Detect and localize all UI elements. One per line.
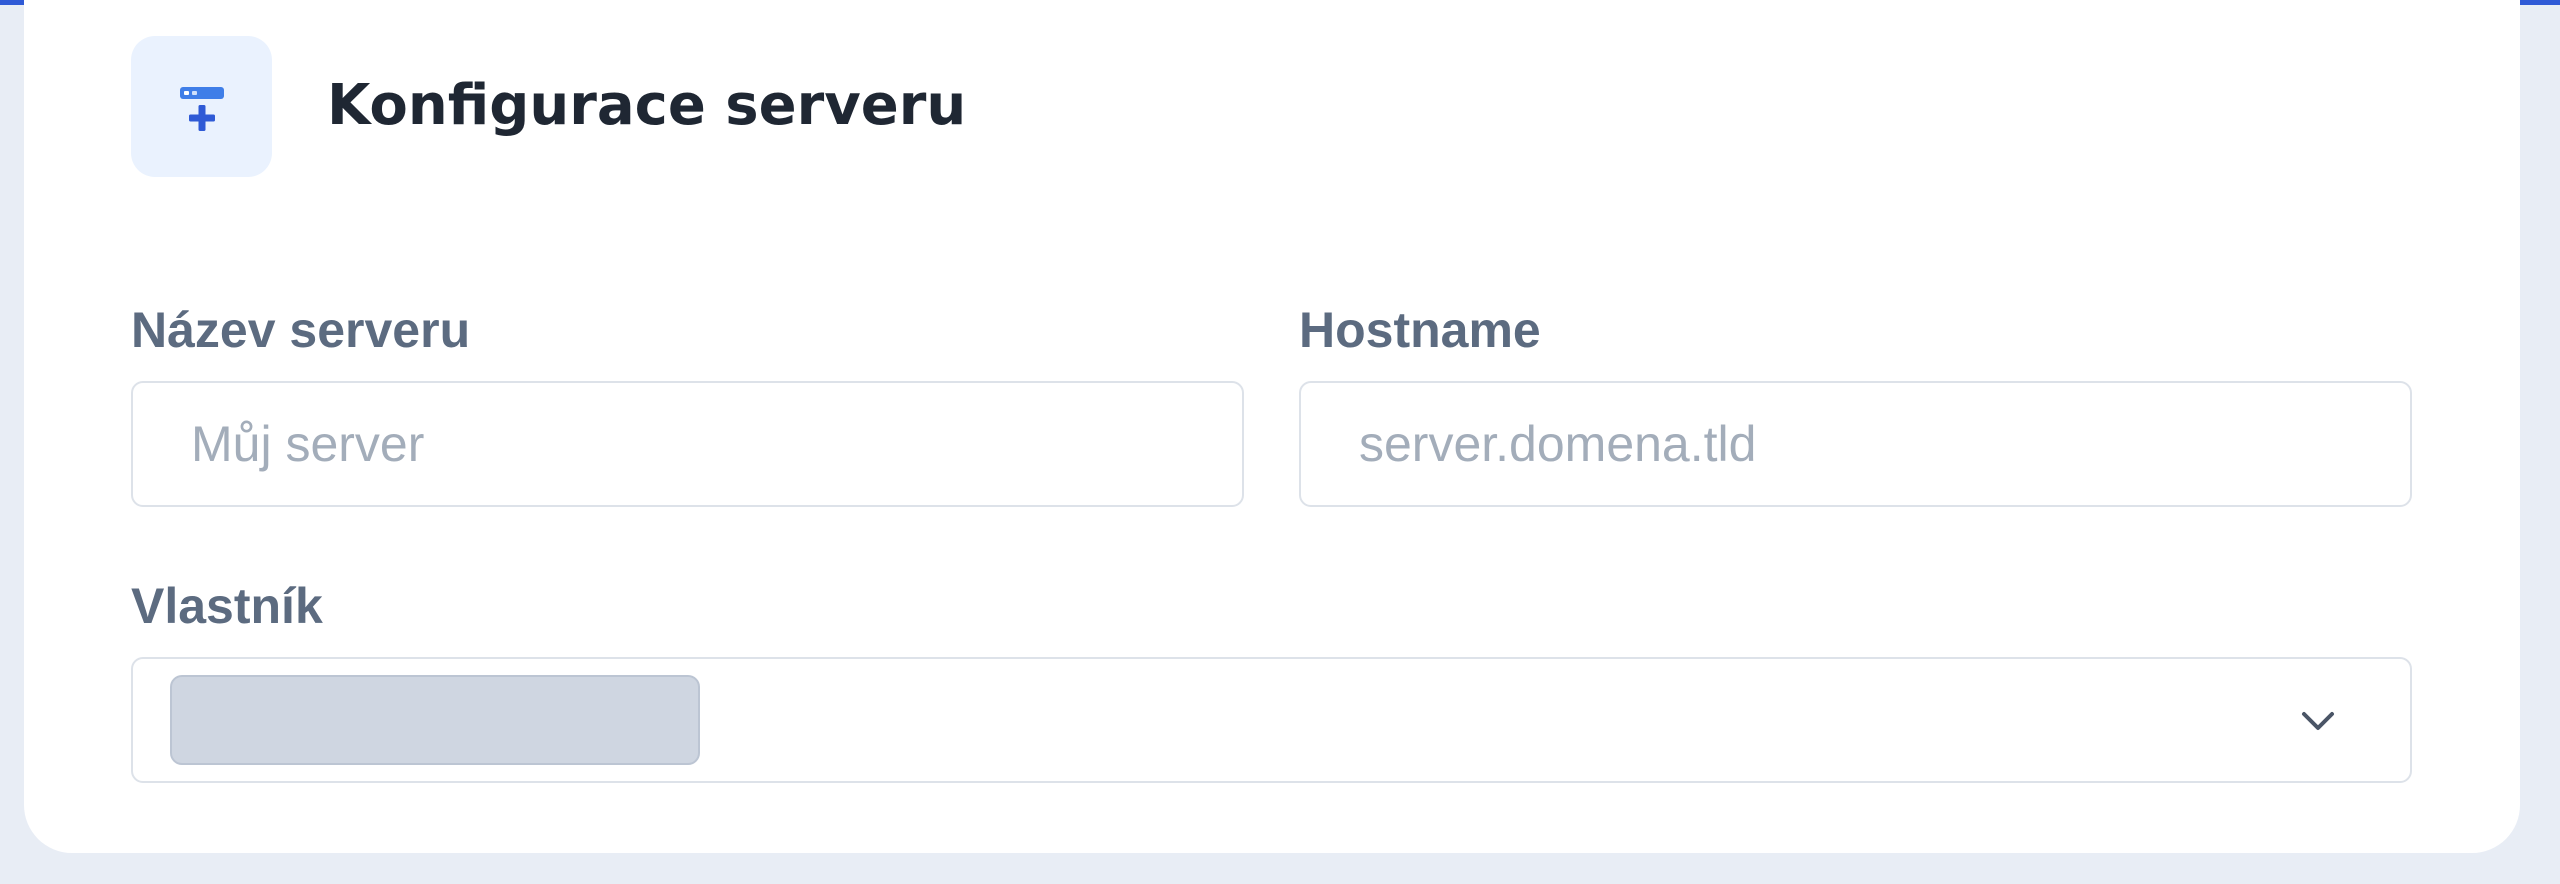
server-config-card: Konfigurace serveru Název serveru Hostna… [24,0,2520,853]
server-name-label: Název serveru [131,302,471,358]
hostname-label: Hostname [1299,302,1541,358]
chevron-down-icon[interactable] [2296,699,2340,743]
server-name-input[interactable] [131,381,1244,507]
owner-select[interactable] [131,657,2412,783]
owner-label: Vlastník [131,578,323,634]
hostname-input[interactable] [1299,381,2412,507]
server-add-icon [131,36,272,177]
page-title: Konfigurace serveru [327,73,967,138]
owner-selected-value [170,675,700,765]
